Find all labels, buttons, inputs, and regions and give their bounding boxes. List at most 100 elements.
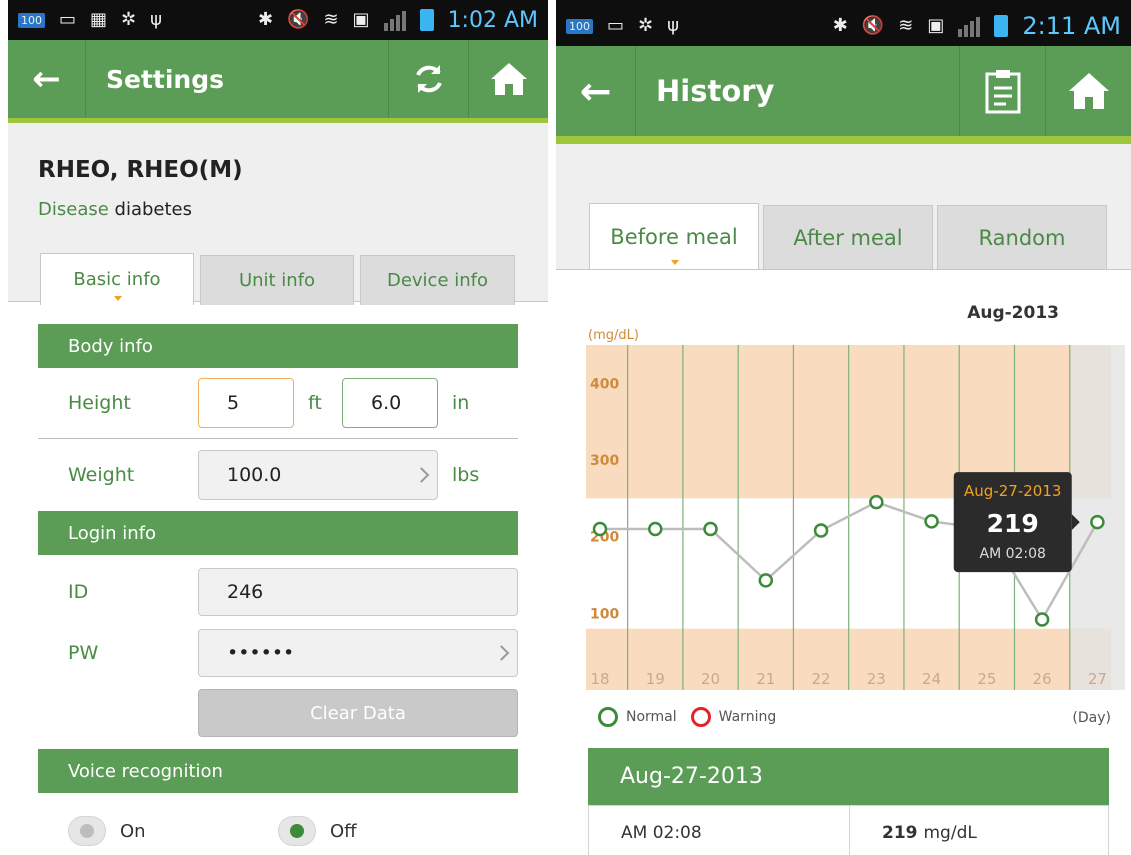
page-title: Settings [106,64,225,94]
page-title: History [656,74,775,108]
weight-value: 100.0 [227,464,282,486]
settings-tabs: Basic info Unit info Device info [40,253,515,305]
legend-warning: Warning [718,709,777,725]
battery-icon [419,9,434,31]
x-tick-label: 21 [756,670,775,688]
tooltip-value: 219 [987,509,1039,538]
battery-icon [994,15,1009,37]
voice-off-radio[interactable] [278,816,316,846]
x-tick-label: 20 [701,670,720,688]
clear-data-button[interactable]: Clear Data [198,689,518,737]
tab-basic-info[interactable]: Basic info [40,253,194,305]
voice-off-label: Off [330,820,357,842]
bluetooth-icon: ✱ [832,15,848,36]
data-point [813,523,829,538]
signal-icon [383,9,406,31]
back-button[interactable]: ← [556,46,636,136]
data-point [1090,514,1105,530]
detail-value: 219 [882,822,918,843]
screen-icon: ▭ [607,15,625,36]
x-tick-label: 18 [590,670,609,688]
weight-input[interactable]: 100.0 [198,450,438,500]
clipboard-icon [985,70,1020,114]
detail-unit: mg/dL [923,822,977,843]
warning-legend-icon [690,707,711,727]
x-tick-label: 19 [646,670,665,688]
home-button[interactable] [1045,46,1131,136]
tab-before-meal[interactable]: Before meal [589,203,759,269]
y-tick-label: 400 [590,376,619,392]
back-button[interactable]: ← [8,40,86,118]
data-point [592,521,608,537]
y-axis-label: (mg/dL) [588,328,639,343]
patient-name: RHEO, RHEO(M) [38,157,243,183]
voice-on-label: On [120,820,146,842]
screen-icon: ▭ [59,9,77,30]
sim-icon: ▣ [352,9,370,30]
home-icon [1068,73,1109,109]
detail-header: Aug-27-2013 [588,748,1109,805]
usb-icon: ψ [667,15,679,36]
data-point [1034,612,1050,627]
tab-after-meal[interactable]: After meal [763,205,933,269]
meal-tabs: Before meal After meal Random [589,203,1107,269]
history-screen: 100 ▭ ✲ ψ ✱ 🔇 ≋ ▣ 2:11 AM ← History Befo… [556,0,1131,855]
clear-row: Clear Data [38,677,518,749]
detail-row[interactable]: AM 02:08 219 mg/dL [588,805,1109,855]
weight-row: Weight 100.0 lbs [38,439,518,511]
detail-time: AM 02:08 [589,806,850,855]
data-point [869,494,884,510]
pw-label: PW [68,642,99,664]
x-tick-label: 25 [977,670,996,688]
height-row: Height 5 ft 6.0 in [38,368,518,438]
tab-random[interactable]: Random [937,205,1107,269]
usb-icon: ψ [150,9,162,30]
home-icon [490,63,527,95]
id-input[interactable]: 246 [198,568,518,616]
tooltip-date: Aug-27-2013 [964,482,1061,500]
month-label: Aug-2013 [967,303,1059,323]
data-point [924,514,939,529]
glucose-chart[interactable]: 100200300400(mg/dL)18 19 20 21 22 23 24 25 26 27A… [586,328,1125,690]
normal-legend-icon [598,707,618,727]
x-tick-label: 24 [922,670,941,688]
tab-device-info[interactable]: Device info [360,255,515,305]
x-tick-label: 23 [867,670,886,688]
data-point [648,521,663,537]
profile-area: RHEO, RHEO(M) Disease diabetes Basic inf… [8,123,548,305]
tooltip-time: AM 02:08 [980,546,1046,562]
report-button[interactable] [959,46,1045,136]
status-time: 1:02 AM [447,7,538,33]
refresh-button[interactable] [388,40,468,118]
bluetooth-icon: ✱ [257,9,274,30]
login-info-header: Login info [38,511,518,555]
voice-recognition-header: Voice recognition [38,749,518,793]
x-axis-unit: (Day) [1072,710,1111,726]
battery-notification-icon: 100 [566,18,593,34]
android-debug-icon: ✲ [121,9,137,30]
sim-icon: ▣ [927,15,945,36]
height-ft-input[interactable]: 5 [198,378,294,428]
voice-on-radio[interactable] [68,816,106,846]
arrow-left-icon: ← [32,59,61,99]
qr-icon: ▦ [90,9,108,30]
id-label: ID [68,581,89,603]
arrow-left-icon: ← [579,69,612,113]
meal-tab-area: Before meal After meal Random [556,144,1131,269]
in-unit: in [452,392,470,414]
mute-icon: 🔇 [287,9,310,30]
status-bar: 100 ▭ ▦ ✲ ψ ✱ 🔇 ≋ ▣ 1:02 AM [8,0,548,40]
height-in-input[interactable]: 6.0 [342,378,438,428]
disease-value: diabetes [114,199,192,220]
signal-icon [958,15,981,37]
detail-value-cell: 219 mg/dL [850,806,1108,855]
x-tick-label: 27 [1088,670,1107,688]
chevron-right-icon [413,467,430,483]
battery-notification-icon: 100 [18,12,45,28]
chart-legend: Normal Warning [598,707,776,727]
y-tick-label: 300 [590,453,619,469]
home-button[interactable] [468,40,548,118]
tab-unit-info[interactable]: Unit info [200,255,354,305]
pw-value: •••••• [227,642,295,664]
pw-input[interactable]: •••••• [198,629,518,677]
